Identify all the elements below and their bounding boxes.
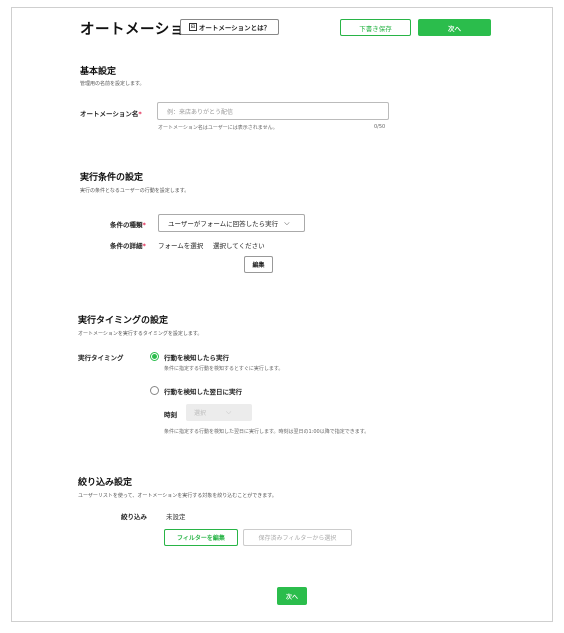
timing-option-immediate-radio[interactable] — [150, 352, 159, 361]
condition-detail-form: フォームを選択 — [158, 242, 204, 250]
timing-option-next-day-description: 条件に指定する行動を検知した翌日に実行します。時刻は翌日の1:00以降で指定でき… — [164, 429, 370, 435]
timing-option-next-day-radio[interactable] — [150, 386, 159, 395]
char-count: 0/50 — [374, 124, 386, 130]
basic-section-title: 基本設定 — [80, 67, 117, 77]
condition-detail-label: 条件の詳細* — [110, 242, 146, 250]
chevron-down-icon: ⌵ — [284, 218, 290, 227]
edit-filter-button[interactable]: フィルターを編集 — [164, 529, 238, 546]
automation-name-hint: オートメーション名はユーザーには表示されません。 — [158, 125, 278, 131]
save-draft-button[interactable]: 下書き保存 — [340, 19, 411, 36]
help-button-label: オートメーションとは？ — [198, 24, 271, 32]
automation-name-placeholder: 例：来店ありがとう配信 — [167, 108, 234, 116]
condition-type-value: ユーザーがフォームに回答したら実行 — [168, 220, 279, 228]
time-select-placeholder: 選択 — [194, 410, 207, 417]
timing-option-immediate-description: 条件に指定する行動を検知するとすぐに実行します。 — [164, 366, 284, 372]
timing-label: 実行タイミング — [78, 354, 124, 362]
basic-section-description: 管理用の名前を設定します。 — [80, 81, 145, 87]
next-button-bottom[interactable]: 次へ — [277, 587, 307, 605]
timing-option-immediate-label: 行動を検知したら実行 — [164, 354, 229, 362]
next-button-top[interactable]: 次へ — [418, 19, 491, 36]
help-button[interactable]: ⊡ オートメーションとは？ — [180, 19, 279, 35]
filter-value: 未設定 — [166, 513, 186, 521]
filter-label: 絞り込み — [121, 513, 147, 521]
time-label: 時刻 — [164, 411, 177, 419]
automation-name-label: オートメーション名* — [80, 110, 142, 118]
filter-section-description: ユーザーリストを使って、オートメーションを実行する対象を絞り込むことができます。 — [78, 493, 277, 499]
condition-detail-value: 選択してください — [213, 242, 265, 250]
condition-section-title: 実行条件の設定 — [80, 173, 144, 183]
condition-type-label: 条件の種類* — [110, 221, 146, 229]
help-icon: ⊡ — [188, 23, 197, 31]
select-saved-filter-button[interactable]: 保存済みフィルターから選択 — [243, 529, 352, 546]
filter-section-title: 絞り込み設定 — [78, 478, 133, 488]
condition-edit-button[interactable]: 編集 — [244, 256, 273, 273]
timing-section-title: 実行タイミングの設定 — [78, 316, 169, 326]
timing-option-next-day-label: 行動を検知した翌日に実行 — [164, 388, 242, 396]
condition-section-description: 実行の条件となるユーザーの行動を設定します。 — [80, 188, 190, 194]
chevron-down-icon: ⌵ — [226, 408, 232, 416]
automation-name-input[interactable]: 例：来店ありがとう配信 — [157, 102, 389, 120]
condition-type-select[interactable]: ユーザーがフォームに回答したら実行 ⌵ — [158, 214, 305, 232]
timing-section-description: オートメーションを実行するタイミングを設定します。 — [78, 331, 203, 337]
time-select[interactable]: 選択 ⌵ — [186, 404, 252, 421]
required-mark: * — [138, 110, 142, 118]
